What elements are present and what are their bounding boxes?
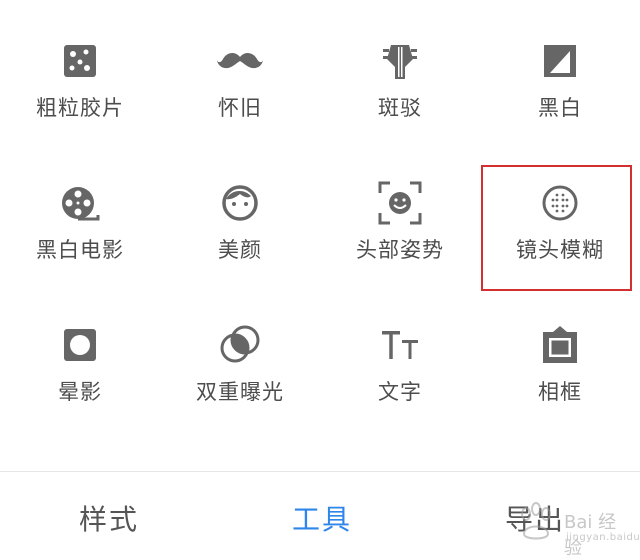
tool-label: 黑白电影 bbox=[36, 238, 124, 262]
tool-label: 晕影 bbox=[58, 380, 102, 404]
paw-logo-icon bbox=[521, 502, 551, 540]
vignette-icon bbox=[57, 322, 103, 368]
tool-label: 美颜 bbox=[218, 238, 262, 262]
tool-black-white[interactable]: 黑白 bbox=[480, 0, 640, 140]
tool-beauty[interactable]: 美颜 bbox=[160, 142, 320, 282]
face-frame-icon bbox=[377, 180, 423, 226]
tab-tools[interactable]: 工具 bbox=[292, 498, 352, 538]
double-exposure-icon bbox=[217, 322, 263, 368]
baidu-watermark: Bai 经验 jingyan.baidu.com bbox=[514, 500, 640, 559]
watermark-url: jingyan.baidu.com bbox=[566, 532, 640, 543]
tool-nostalgia[interactable]: 怀旧 bbox=[160, 0, 320, 140]
guitar-head-icon bbox=[377, 38, 423, 84]
tool-head-pose[interactable]: 头部姿势 bbox=[320, 142, 480, 282]
tool-bw-film[interactable]: 黑白电影 bbox=[0, 142, 160, 282]
tool-label: 粗粒胶片 bbox=[36, 96, 124, 120]
tool-grunge[interactable]: 斑驳 bbox=[320, 0, 480, 140]
frame-icon bbox=[537, 322, 583, 368]
mustache-icon bbox=[217, 38, 263, 84]
tool-frame[interactable]: 相框 bbox=[480, 284, 640, 424]
tool-grainy-film[interactable]: 粗粒胶片 bbox=[0, 0, 160, 140]
tool-label: 黑白 bbox=[538, 96, 582, 120]
face-icon bbox=[217, 180, 263, 226]
text-icon bbox=[377, 322, 423, 368]
tool-double-exposure[interactable]: 双重曝光 bbox=[160, 284, 320, 424]
tool-label: 相框 bbox=[538, 380, 582, 404]
black-white-icon bbox=[537, 38, 583, 84]
selection-highlight bbox=[481, 165, 632, 291]
tool-label: 怀旧 bbox=[218, 96, 262, 120]
tool-label: 斑驳 bbox=[378, 96, 422, 120]
tools-grid: 粗粒胶片 怀旧 斑驳 黑白 黑白电影 美颜 头部姿势 镜头模糊 晕影 双重曝光 … bbox=[0, 0, 640, 470]
tool-text[interactable]: 文字 bbox=[320, 284, 480, 424]
tab-styles[interactable]: 样式 bbox=[79, 498, 139, 538]
film-reel-icon bbox=[57, 180, 103, 226]
tool-label: 文字 bbox=[378, 380, 422, 404]
grainy-film-icon bbox=[57, 38, 103, 84]
tool-label: 双重曝光 bbox=[196, 380, 284, 404]
tool-vignette[interactable]: 晕影 bbox=[0, 284, 160, 424]
tool-label: 头部姿势 bbox=[356, 238, 444, 262]
